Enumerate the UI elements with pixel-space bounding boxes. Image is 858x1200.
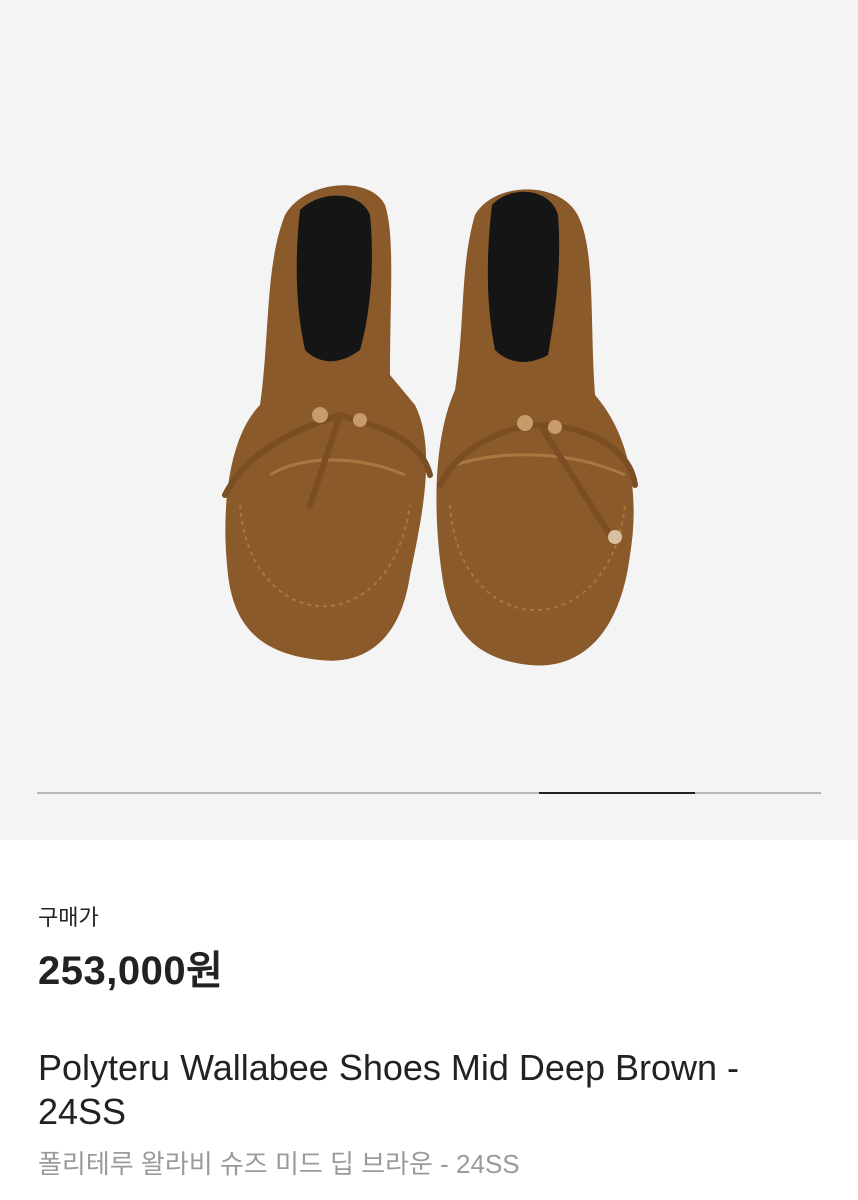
- image-slide-indicator-thumb: [539, 792, 695, 794]
- product-name-en: Polyteru Wallabee Shoes Mid Deep Brown -…: [38, 1047, 739, 1132]
- image-slide-indicator: [37, 792, 821, 794]
- product-image-gallery[interactable]: [0, 0, 858, 840]
- product-info: 구매가 253,000원 Polyteru Wallabee Shoes Mid…: [0, 840, 858, 1200]
- right-shoe: [436, 189, 638, 666]
- price-label: 구매가: [38, 905, 99, 930]
- product-name-ko: 폴리테루 왈라비 슈즈 미드 딥 브라운 - 24SS: [38, 1149, 520, 1179]
- product-price: 253,000원: [38, 949, 224, 993]
- left-shoe: [222, 185, 433, 661]
- product-image[interactable]: [210, 175, 650, 675]
